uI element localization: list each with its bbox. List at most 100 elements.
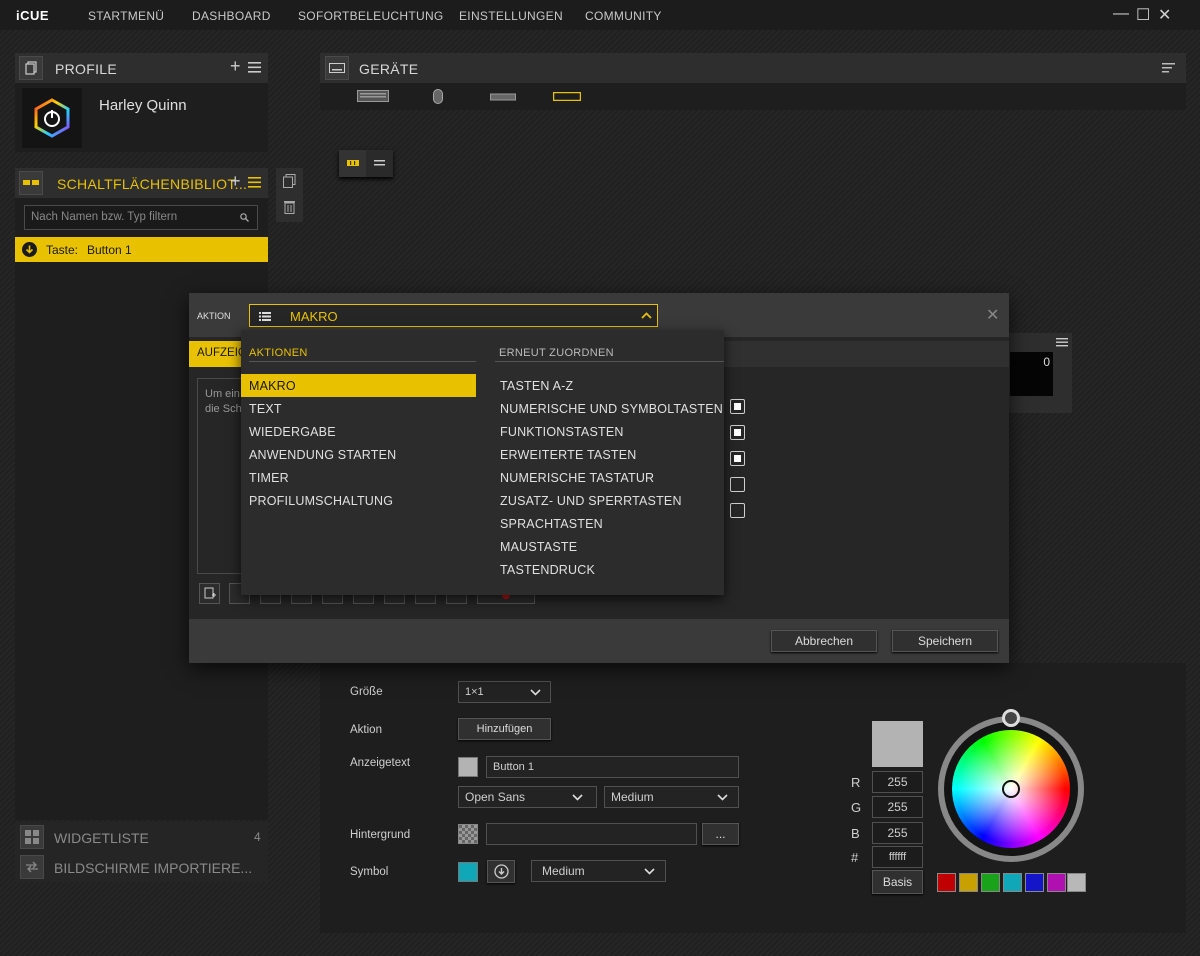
nav-einstellungen[interactable]: EINSTELLUNGEN [459, 9, 563, 23]
symbol-weight-select[interactable]: Medium [531, 860, 666, 882]
weight-select[interactable]: Medium [604, 786, 739, 808]
preset-magenta[interactable] [1047, 873, 1066, 892]
profile-avatar[interactable] [22, 88, 82, 148]
nav-sofortbeleuchtung[interactable]: SOFORTBELEUCHTUNG [298, 9, 444, 23]
action-item-timer[interactable]: TIMER [249, 471, 289, 485]
save-button[interactable]: Speichern [892, 630, 998, 652]
close-window-icon[interactable]: ✕ [1158, 5, 1171, 25]
action-item-wiedergabe[interactable]: WIEDERGABE [249, 425, 336, 439]
display-text-label: Anzeigetext [350, 757, 411, 769]
display-text-input[interactable]: Button 1 [486, 756, 739, 778]
remap-item-funktionstasten[interactable]: FUNKTIONSTASTEN [500, 425, 624, 439]
preset-cyan[interactable] [1003, 873, 1022, 892]
green-input[interactable]: 255 [872, 796, 923, 818]
text-color-swatch[interactable] [458, 757, 478, 777]
background-swatch[interactable] [458, 824, 478, 844]
trash-icon[interactable] [284, 200, 295, 214]
weight-value: Medium [611, 790, 654, 804]
device-strip-icon[interactable] [490, 93, 516, 101]
profile-name[interactable]: Harley Quinn [99, 97, 187, 114]
browse-button[interactable]: ... [702, 823, 739, 845]
devices-menu-icon[interactable] [1162, 63, 1175, 73]
device-stream-deck-icon[interactable] [553, 92, 581, 101]
option-checkbox-2[interactable] [730, 425, 745, 440]
option-checkbox-5[interactable] [730, 503, 745, 518]
basis-button[interactable]: Basis [872, 870, 923, 894]
tab-record[interactable]: AUFZEICH [189, 341, 244, 367]
hint-line-2: die Sch [205, 403, 242, 415]
layout-toggle [339, 150, 393, 177]
hex-input[interactable]: ffffff [872, 846, 923, 868]
copy-icon[interactable] [283, 174, 296, 188]
option-checkbox-1[interactable] [730, 399, 745, 414]
font-select[interactable]: Open Sans [458, 786, 597, 808]
cancel-button[interactable]: Abbrechen [771, 630, 877, 652]
add-profile-icon[interactable]: + [230, 56, 241, 77]
library-search-input[interactable]: Nach Namen bzw. Typ filtern [24, 205, 258, 230]
chevron-down-icon [572, 794, 583, 801]
item-type: Taste: [46, 243, 79, 257]
maximize-icon[interactable]: ☐ [1136, 5, 1150, 25]
preset-red[interactable] [937, 873, 956, 892]
arrow-down-circle-icon [22, 242, 37, 257]
preset-blue[interactable] [1025, 873, 1044, 892]
option-checkbox-3[interactable] [730, 451, 745, 466]
remap-item-tasten-a-z[interactable]: TASTEN A-Z [500, 379, 573, 393]
remap-item-numerische-symboltasten[interactable]: NUMERISCHE UND SYMBOLTASTEN [500, 402, 723, 416]
action-item-makro[interactable]: MAKRO [249, 379, 296, 393]
remap-item-numerische-tastatur[interactable]: NUMERISCHE TASTATUR [500, 471, 654, 485]
profile-header: PROFILE + [15, 53, 268, 83]
remap-divider [495, 361, 724, 362]
preview-menu-icon[interactable] [1056, 338, 1068, 347]
grid-view-button[interactable] [339, 150, 366, 177]
symbol-color-swatch[interactable] [458, 862, 478, 882]
action-type-select[interactable]: MAKRO [249, 304, 658, 327]
size-value: 1×1 [465, 686, 484, 698]
import-screens-label: BILDSCHIRME IMPORTIERE... [54, 860, 253, 876]
nav-community[interactable]: COMMUNITY [585, 9, 662, 23]
action-item-text[interactable]: TEXT [249, 402, 282, 416]
add-button-icon[interactable]: + [230, 171, 241, 192]
close-dialog-icon[interactable]: ✕ [986, 305, 999, 325]
option-checkbox-4[interactable] [730, 477, 745, 492]
widget-list-row[interactable]: WIDGETLISTE 4 [15, 822, 268, 852]
color-wheel-cursor[interactable] [1002, 780, 1020, 798]
remap-item-sprachtasten[interactable]: SPRACHTASTEN [500, 517, 603, 531]
device-keyboard-icon[interactable] [357, 90, 389, 102]
brightness-handle[interactable] [1002, 709, 1020, 727]
action-item-profilumschaltung[interactable]: PROFILUMSCHALTUNG [249, 494, 393, 508]
remap-item-maustaste[interactable]: MAUSTASTE [500, 540, 577, 554]
background-input[interactable] [486, 823, 697, 845]
symbol-picker-button[interactable] [487, 860, 515, 883]
import-screens-row[interactable]: BILDSCHIRME IMPORTIERE... [15, 852, 268, 882]
add-action-button[interactable]: Hinzufügen [458, 718, 551, 740]
red-input[interactable]: 255 [872, 771, 923, 793]
profile-menu-icon[interactable] [248, 62, 261, 73]
new-macro-icon[interactable] [199, 583, 220, 604]
chevron-up-icon [641, 312, 652, 319]
list-icon [259, 312, 271, 321]
dialog-footer [189, 619, 1009, 663]
nav-startmenu[interactable]: STARTMENÜ [88, 9, 164, 23]
action-item-anwendung-starten[interactable]: ANWENDUNG STARTEN [249, 448, 396, 462]
remap-item-zusatz-sperrtasten[interactable]: ZUSATZ- UND SPERRTASTEN [500, 494, 682, 508]
tab-record-label: AUFZEICH [197, 347, 244, 359]
nav-dashboard[interactable]: DASHBOARD [192, 9, 271, 23]
macro-editor-area[interactable]: Um ein die Sch [197, 378, 245, 574]
remap-item-tastendruck[interactable]: TASTENDRUCK [500, 563, 595, 577]
size-select[interactable]: 1×1 [458, 681, 551, 703]
preset-green[interactable] [981, 873, 1000, 892]
blue-input[interactable]: 255 [872, 822, 923, 844]
preview-tile[interactable]: 0 [1010, 352, 1053, 396]
preset-yellow[interactable] [959, 873, 978, 892]
minimize-icon[interactable]: — [1113, 5, 1129, 23]
library-title: SCHALTFLÄCHENBIBLIOT... [57, 176, 248, 192]
remap-item-erweiterte-tasten[interactable]: ERWEITERTE TASTEN [500, 448, 637, 462]
list-view-button[interactable] [366, 150, 393, 177]
library-item-button1[interactable]: Taste: Button 1 [15, 237, 268, 262]
library-menu-icon[interactable] [248, 177, 261, 188]
device-mouse-icon[interactable] [433, 89, 443, 104]
font-value: Open Sans [465, 790, 526, 804]
preset-gray[interactable] [1067, 873, 1086, 892]
g-label: G [851, 800, 862, 815]
